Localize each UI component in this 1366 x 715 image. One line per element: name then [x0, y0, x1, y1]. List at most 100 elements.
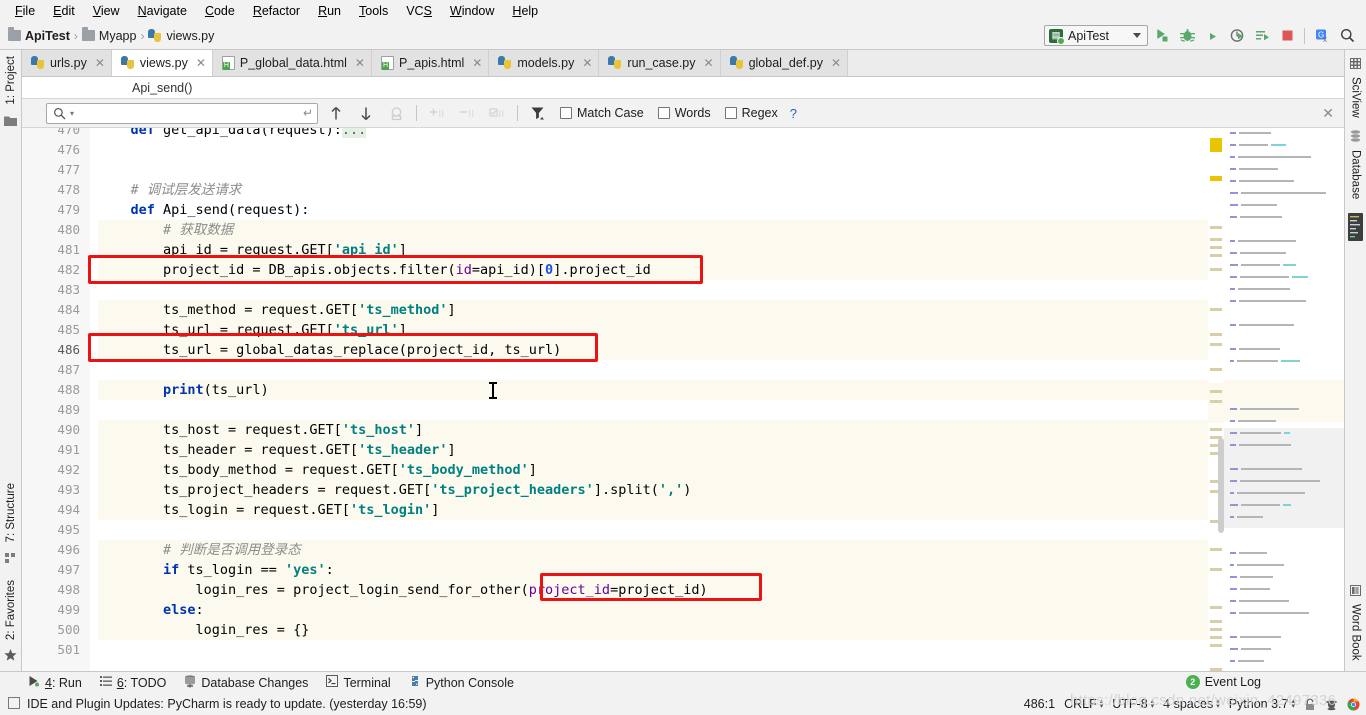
menu-run[interactable]: Run	[309, 2, 350, 20]
code-text[interactable]: def get_api_data(request):... # 调试层发送请求 …	[90, 128, 1208, 671]
code-line[interactable]: else:	[98, 600, 1208, 620]
menu-file[interactable]: File	[6, 2, 44, 20]
line-number[interactable]: 477	[22, 160, 90, 180]
close-icon[interactable]: ✕	[1322, 105, 1336, 122]
line-number[interactable]: 500	[22, 620, 90, 640]
tab-global_def-py[interactable]: global_def.py ✕	[720, 50, 849, 76]
sidebar-item-favorites[interactable]: 2: Favorites	[2, 574, 20, 646]
indent-setting[interactable]: 4 spaces ▴ ▾	[1163, 697, 1220, 711]
close-icon[interactable]: ✕	[92, 56, 105, 70]
code-line[interactable]: print(ts_url)	[98, 380, 1208, 400]
hector-icon[interactable]	[1325, 698, 1338, 711]
line-number[interactable]: 499	[22, 600, 90, 620]
python-interpreter[interactable]: Python 3.7 ▴ ▾	[1229, 697, 1295, 711]
menu-tools[interactable]: Tools	[350, 2, 397, 20]
run-with-coverage-button[interactable]	[1201, 25, 1223, 47]
breadcrumb-item-views-py[interactable]: views.py	[148, 28, 214, 43]
line-number[interactable]: 489	[22, 400, 90, 420]
tab-models-py[interactable]: models.py ✕	[489, 50, 600, 76]
event-log-button[interactable]: 2 Event Log	[1185, 675, 1261, 689]
code-editor[interactable]: 470+476477478479−48048148248348448548648…	[22, 128, 1344, 671]
tool-window-6-todo[interactable]: 6: TODO	[98, 675, 169, 690]
close-icon[interactable]: ✕	[352, 56, 365, 70]
tool-window-python-console[interactable]: Python Console	[407, 675, 516, 690]
run-anything-button[interactable]	[1251, 25, 1273, 47]
menu-help[interactable]: Help	[503, 2, 547, 20]
tab-urls-py[interactable]: urls.py ✕	[22, 50, 112, 76]
menu-navigate[interactable]: Navigate	[129, 2, 196, 20]
code-line[interactable]: # 调试层发送请求	[98, 180, 1208, 200]
close-icon[interactable]: ✕	[469, 56, 482, 70]
line-number[interactable]: 490	[22, 420, 90, 440]
breadcrumb-item-apitest[interactable]: ApiTest	[8, 27, 70, 43]
line-number-gutter[interactable]: 470+476477478479−48048148248348448548648…	[22, 128, 101, 671]
status-message-area[interactable]: IDE and Plugin Updates: PyCharm is ready…	[8, 696, 427, 712]
code-line[interactable]: project_id = DB_apis.objects.filter(id=a…	[98, 260, 1208, 280]
sidebar-item-sciview[interactable]: SciView	[1347, 50, 1365, 124]
line-number[interactable]: 491	[22, 440, 90, 460]
code-line[interactable]	[98, 400, 1208, 420]
line-number[interactable]: 488	[22, 380, 90, 400]
project-icon[interactable]	[4, 111, 17, 134]
line-separator[interactable]: CRLF ▴ ▾	[1064, 697, 1103, 711]
line-number[interactable]: 493	[22, 480, 90, 500]
code-line[interactable]: ts_body_method = request.GET['ts_body_me…	[98, 460, 1208, 480]
line-number[interactable]: 484	[22, 300, 90, 320]
line-number[interactable]: 476	[22, 140, 90, 160]
line-number[interactable]: 501	[22, 640, 90, 660]
code-line[interactable]	[98, 160, 1208, 180]
tool-window-terminal[interactable]: Terminal	[324, 675, 392, 690]
marker-bar[interactable]	[1208, 128, 1224, 671]
code-line[interactable]	[98, 360, 1208, 380]
line-number[interactable]: 487	[22, 360, 90, 380]
terminal-preview-icon[interactable]	[1348, 205, 1363, 244]
code-line[interactable]: api_id = request.GET['api_id']	[98, 240, 1208, 260]
find-next-button[interactable]	[354, 102, 378, 124]
line-number[interactable]: 485	[22, 320, 90, 340]
code-line[interactable]: ts_url = global_datas_replace(project_id…	[98, 340, 1208, 360]
marker-stripe[interactable]	[1210, 176, 1222, 181]
close-icon[interactable]: ✕	[828, 56, 841, 70]
breadcrumb-item-myapp[interactable]: Myapp	[81, 27, 136, 43]
code-line[interactable]: def get_api_data(request):...	[98, 128, 1208, 140]
sidebar-item-database[interactable]: Database	[1347, 124, 1365, 205]
code-line[interactable]	[98, 640, 1208, 660]
sidebar-item-project[interactable]: 1: Project	[2, 50, 20, 111]
line-number[interactable]: 494	[22, 500, 90, 520]
tool-window-database-changes[interactable]: Database Changes	[182, 674, 310, 691]
code-line[interactable]: ts_url = request.GET['ts_url']	[98, 320, 1208, 340]
menu-edit[interactable]: Edit	[44, 2, 84, 20]
menu-window[interactable]: Window	[441, 2, 503, 20]
code-line[interactable]: ts_method = request.GET['ts_method']	[98, 300, 1208, 320]
search-field[interactable]: ▾ ↵	[46, 102, 318, 124]
regex-checkbox[interactable]: Regex	[721, 106, 782, 120]
star-icon[interactable]	[4, 646, 17, 671]
tab-run_case-py[interactable]: run_case.py ✕	[599, 50, 721, 76]
code-minimap[interactable]	[1224, 128, 1344, 671]
file-encoding[interactable]: UTF-8 ▴ ▾	[1112, 697, 1154, 711]
menu-refactor[interactable]: Refactor	[244, 2, 309, 20]
find-previous-button[interactable]	[324, 102, 348, 124]
line-number[interactable]: 498	[22, 580, 90, 600]
marker-stripe[interactable]	[1210, 138, 1222, 152]
search-input[interactable]	[77, 105, 300, 121]
tab-views-py[interactable]: views.py ✕	[111, 50, 213, 76]
select-all-occurrences-button[interactable]	[384, 102, 408, 124]
menu-view[interactable]: View	[84, 2, 129, 20]
stop-button[interactable]	[1276, 25, 1298, 47]
sidebar-item-word-book[interactable]: Word Book	[1347, 579, 1365, 671]
filter-button[interactable]	[526, 102, 550, 124]
line-number[interactable]: 495	[22, 520, 90, 540]
close-icon[interactable]: ✕	[579, 56, 592, 70]
sidebar-item-structure[interactable]: 7: Structure	[2, 477, 20, 548]
regex-help-link[interactable]: ?	[788, 106, 797, 121]
code-line[interactable]: ts_host = request.GET['ts_host']	[98, 420, 1208, 440]
line-number[interactable]: 480	[22, 220, 90, 240]
code-line[interactable]: ts_project_headers = request.GET['ts_pro…	[98, 480, 1208, 500]
tool-window-4-run[interactable]: 4: Run	[26, 675, 84, 690]
search-everywhere-button[interactable]	[1336, 25, 1358, 47]
lock-icon[interactable]	[1304, 698, 1316, 711]
menu-vcs[interactable]: VCS	[397, 2, 441, 20]
line-number[interactable]: 492	[22, 460, 90, 480]
line-number[interactable]: 486	[22, 340, 90, 360]
